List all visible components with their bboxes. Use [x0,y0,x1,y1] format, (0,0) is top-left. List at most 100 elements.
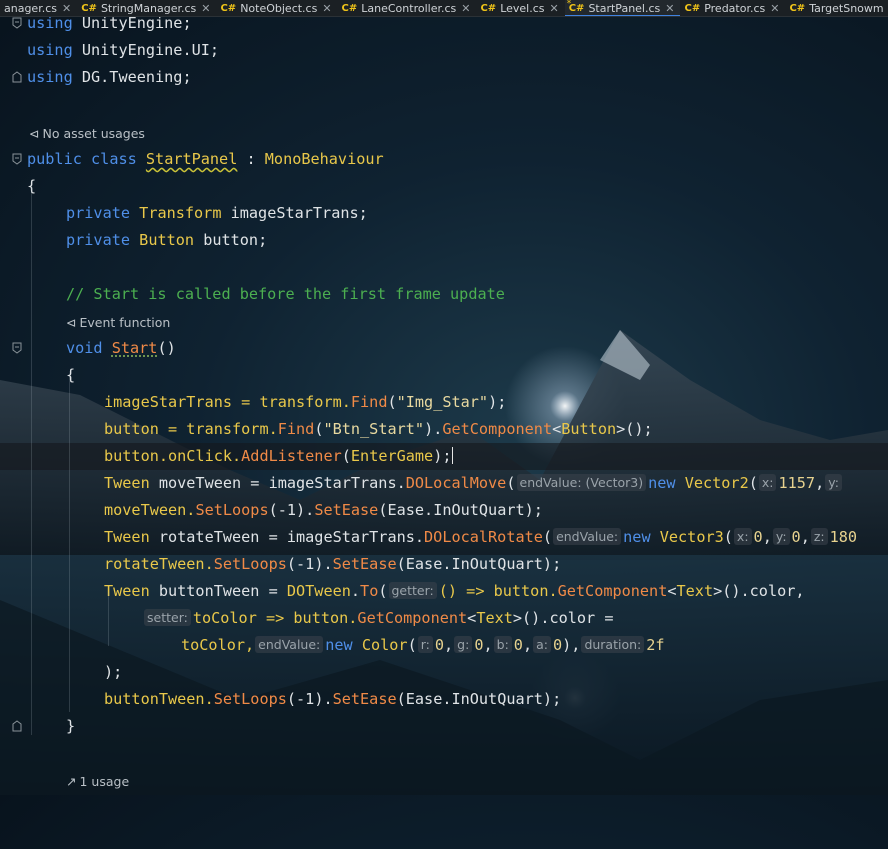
close-icon[interactable]: ✕ [62,2,71,15]
code-line[interactable]: Tween moveTween = imageStarTrans.DOLocal… [0,470,888,497]
code-line[interactable]: private Transform imageStarTrans; [0,200,888,227]
code-line-current[interactable]: button.onClick.AddListener(EnterGame); [0,443,888,470]
parameter-hint: z: [811,528,828,545]
close-icon[interactable]: ✕ [770,2,779,15]
tab-noteobject[interactable]: C# NoteObject.cs ✕ [216,0,337,16]
event-function-label: Event function [79,315,170,330]
code-line[interactable]: Tween buttonTween = DOTween.To(getter:()… [0,578,888,605]
tab-label: Level.cs [500,2,544,15]
parameter-hint: y: [825,474,842,491]
namespace: DG.Tweening; [82,68,192,86]
code-line[interactable]: private Button button; [0,227,888,254]
punctuation: , [763,528,772,546]
method-call: Find [351,393,388,411]
tab-level[interactable]: C# Level.cs ✕ [476,0,564,16]
usage-link-icon: ↗ [66,768,76,795]
fold-icon[interactable] [12,335,26,362]
csharp-file-icon: C# [480,3,496,14]
code-line[interactable]: using UnityEngine.UI; [0,37,888,64]
code-line[interactable]: buttonTween.SetLoops(-1).SetEase(Ease.In… [0,686,888,713]
code-line[interactable]: imageStarTrans = transform.Find("Img_Sta… [0,389,888,416]
code-vision-hint[interactable]: ↗ 1 usage [0,768,888,795]
parameter-hint: setter: [144,609,191,626]
parameter-hint: x: [734,528,752,545]
code-vision-hint[interactable]: ⊲ No asset usages [0,120,888,147]
code-text: toColor => button. [193,609,358,627]
tab-label: LaneController.cs [361,2,456,15]
keyword: public [27,150,82,168]
code-line[interactable]: // Start is called before the first fram… [0,281,888,308]
close-icon[interactable]: ✕ [550,2,559,15]
punctuation: ( [408,636,417,654]
punctuation: : [237,150,264,168]
code-line[interactable]: Tween rotateTween = imageStarTrans.DOLoc… [0,524,888,551]
close-icon[interactable]: ✕ [461,2,470,15]
type: Tween [104,528,150,546]
fold-icon[interactable] [12,146,26,173]
punctuation: ( [724,528,733,546]
punctuation: (-1). [287,690,333,708]
parameter-hint: a: [533,636,551,653]
code-line[interactable]: moveTween.SetLoops(-1).SetEase(Ease.InOu… [0,497,888,524]
code-line[interactable]: } [0,713,888,740]
number-literal: 1157 [778,474,815,492]
type: Button [561,420,616,438]
method-call: SetLoops [214,690,287,708]
usages-label: 1 usage [79,774,129,789]
code-line[interactable]: public class StartPanel : MonoBehaviour [0,146,888,173]
punctuation: ( [387,393,396,411]
code-line[interactable]: rotateTween.SetLoops(-1).SetEase(Ease.In… [0,551,888,578]
method-call: SetEase [314,501,378,519]
keyword: private [66,204,130,222]
punctuation: >(); [616,420,653,438]
punctuation: ), [562,636,580,654]
parameter-hint: endValue: (Vector3) [517,474,647,491]
parameter-hint: x: [759,474,777,491]
code-line[interactable]: toColor, endValue: new Color(r: 0, g: 0, b: 0, a… [0,632,888,659]
parameter-hint: y: [773,528,790,545]
code-line[interactable]: button = transform.Find("Btn_Start").Get… [0,416,888,443]
code-line[interactable]: setter: toColor => button.GetComponent<Te… [0,605,888,632]
method-call: SetLoops [195,501,268,519]
punctuation: . [351,582,360,600]
code-editor[interactable]: using UnityEngine; using UnityEngine.UI;… [0,16,888,795]
method-call: SetLoops [214,555,287,573]
method-name: Start [112,339,158,357]
punctuation: , [523,636,532,654]
code-vision-hint[interactable]: ⊲ Event function [0,309,888,336]
code-line[interactable]: using DG.Tweening; [0,64,888,91]
close-icon[interactable]: ✕ [201,2,210,15]
fold-end-icon[interactable] [12,64,26,91]
code-line[interactable]: { [0,362,888,389]
code-text: imageStarTrans = transform. [104,393,351,411]
tab-manager[interactable]: anager.cs ✕ [0,0,77,16]
class-name: StartPanel [146,150,237,168]
indent-guide [31,187,32,735]
keyword: new [648,474,675,492]
code-text: () => button. [439,582,558,600]
method-call: SetEase [333,690,397,708]
type: Vector3 [660,528,724,546]
fold-end-icon[interactable] [12,713,26,740]
code-line[interactable]: void Start() [0,335,888,362]
code-text: toColor, [181,636,254,654]
punctuation: (Ease.InOutQuart); [397,555,562,573]
parameter-hint: r: [418,636,433,653]
method-call: Find [278,420,315,438]
indent-guide [69,376,70,712]
parameter-hint: b: [494,636,512,653]
brace: } [66,717,75,735]
tab-startpanel[interactable]: * C# StartPanel.cs ✕ [565,0,681,16]
punctuation: () [157,339,175,357]
tab-stringmanager[interactable]: C# StringManager.cs ✕ [77,0,216,16]
close-icon[interactable]: ✕ [322,2,331,15]
text-caret [452,447,453,464]
tab-predator[interactable]: C# Predator.cs ✕ [680,0,785,16]
tab-targetsnowman[interactable]: C# TargetSnowm [785,0,888,16]
code-line[interactable]: ); [0,659,888,686]
keyword: new [623,528,650,546]
close-icon[interactable]: ✕ [665,2,674,15]
tab-lanecontroller[interactable]: C# LaneController.cs ✕ [338,0,477,16]
code-line[interactable]: { [0,173,888,200]
type: Color [362,636,408,654]
